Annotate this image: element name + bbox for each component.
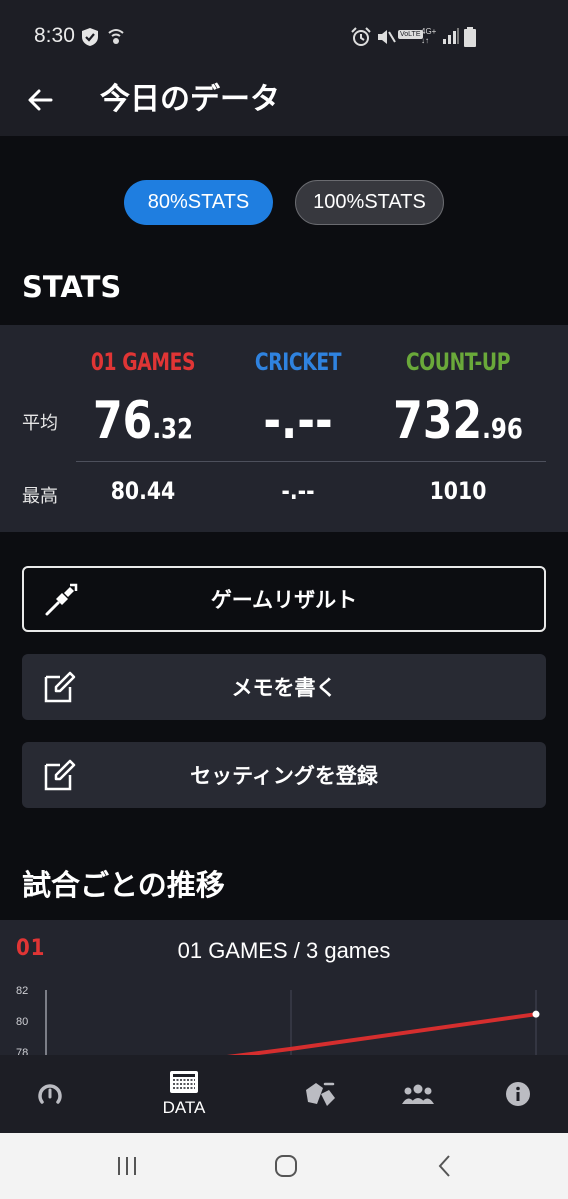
col-head-count-up: COUNT-UP [405,348,511,376]
stats-section-title: STATS [22,270,122,304]
nav-item-group[interactable] [368,1055,468,1133]
chart-title: 01 GAMES / 3 games [177,938,391,963]
register-setting-label: セッティングを登録 [190,764,378,788]
avg-01-dec: .32 [152,412,194,445]
toggle-80-stats[interactable]: 80%STATS [124,180,273,225]
register-setting-button[interactable]: セッティングを登録 [22,742,546,808]
darts-cluster-icon [306,1082,335,1106]
back-nav-button[interactable] [425,1148,465,1184]
page-title: 今日のデータ [100,82,280,117]
trend-chart-panel: 82 80 78 01 01 GAMES / 3 games [0,920,568,1055]
dart-icon [45,583,78,616]
row-label-best: 最高 [22,486,58,507]
trend-section-title: 試合ごとの推移 [22,868,225,902]
network-type: 4G+ ↓↑ [421,27,436,45]
toggle-100-stats[interactable]: 100%STATS [295,180,444,225]
stats-panel: 01 GAMES CRICKET COUNT-UP 平均 76.32 -.-- … [0,325,568,532]
network-arrows: ↓↑ [421,36,429,45]
back-button[interactable] [20,80,60,120]
avg-01-games: 76.32 [61,391,225,451]
avg-count-up: 732.96 [376,391,540,451]
game-result-label: ゲームリザルト [210,588,358,612]
edit-note-icon [44,671,76,703]
chart-point [532,1010,540,1018]
write-memo-button[interactable]: メモを書く [22,654,546,720]
app-bar: 今日のデータ [0,72,568,136]
gauge-icon [38,1084,62,1104]
write-memo-label: メモを書く [231,676,337,700]
mute-icon [378,30,396,44]
nav-item-gauge[interactable] [0,1055,100,1133]
nav-label-data: DATA [162,1098,206,1117]
col-head-01-games: 01 GAMES [90,348,196,376]
avg-countup-dec: .96 [482,412,523,445]
alarm-icon [351,27,371,46]
home-button[interactable] [266,1148,306,1184]
back-icon [438,1155,450,1177]
volte-icon: VoLTE [398,30,423,39]
best-01-games: 80.44 [110,477,176,505]
bottom-nav: DATA [0,1055,568,1133]
avg-countup-int: 732 [393,391,483,451]
edit-note-icon [44,759,76,791]
shield-check-icon [82,28,98,46]
nav-item-data[interactable]: DATA [134,1055,234,1133]
chart-y-tick: 80 [16,1016,28,1028]
home-icon [275,1155,297,1177]
stats-divider [76,461,546,462]
wifi-call-icon [108,29,124,44]
status-time: 8:30 [34,24,75,47]
status-bar: 8:30 VoLTE 4G+ ↓↑ [0,0,568,72]
best-count-up: 1010 [429,477,487,505]
game-result-button[interactable]: ゲームリザルト [22,566,546,632]
signal-icon [443,28,459,44]
col-head-cricket: CRICKET [254,348,342,376]
nav-item-info[interactable] [468,1055,568,1133]
info-icon [506,1082,530,1106]
recents-button[interactable] [107,1148,147,1184]
avg-cricket-int: -.-- [263,391,333,451]
row-label-average: 平均 [22,413,58,434]
group-icon [402,1084,434,1104]
network-label: 4G+ [421,27,437,36]
keyboard-icon [170,1071,198,1093]
recents-icon [118,1157,136,1175]
avg-01-int: 76 [92,391,153,451]
best-cricket: -.-- [281,477,315,505]
nav-item-darts[interactable] [270,1055,370,1133]
chart-y-tick: 78 [16,1047,28,1055]
avg-cricket: -.-- [216,391,380,451]
chart-y-tick: 82 [16,985,28,997]
battery-icon [464,27,476,47]
system-nav [0,1133,568,1199]
arrow-left-icon [28,89,53,111]
